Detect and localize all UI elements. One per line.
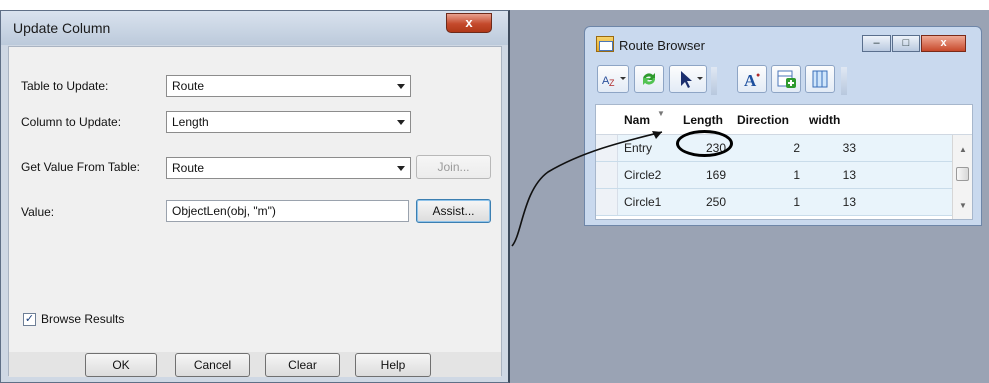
annotation-arrow	[511, 131, 663, 247]
